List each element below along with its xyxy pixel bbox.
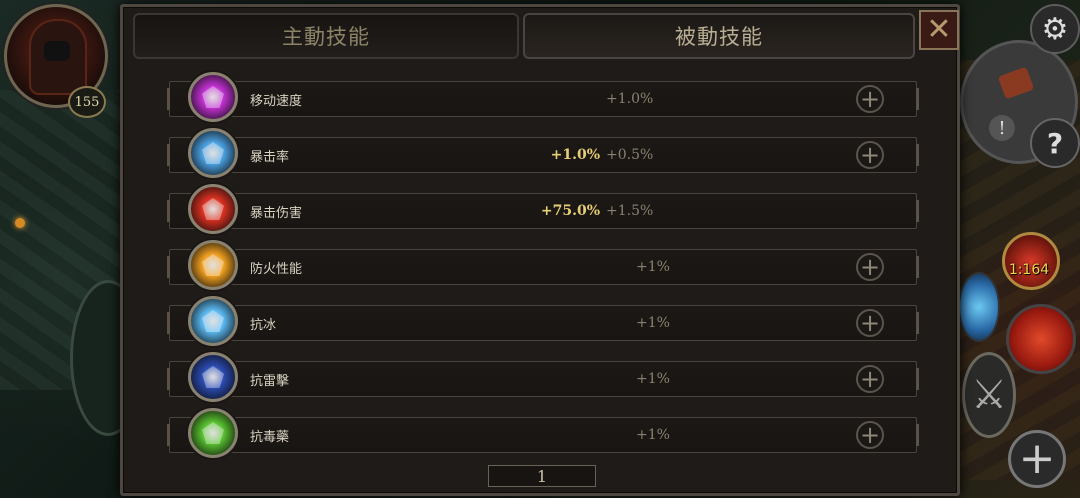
- skill-name: 暴击率: [250, 149, 290, 165]
- crit-damage-icon: [188, 184, 238, 234]
- tab-passive-skills[interactable]: 被動技能: [523, 13, 915, 59]
- lightning-shield-icon: [188, 352, 238, 402]
- skill-name: 移动速度: [250, 93, 303, 109]
- portrait-shadow: [44, 41, 70, 61]
- skill-name: 抗毒藥: [250, 429, 290, 445]
- fire-skill-button[interactable]: [1006, 304, 1076, 374]
- health-potion-button[interactable]: [1002, 232, 1060, 290]
- poison-shield-icon: [188, 408, 238, 458]
- close-icon[interactable]: ✕: [919, 10, 959, 50]
- upgrade-plus-button[interactable]: +: [856, 85, 884, 113]
- skill-name: 抗冰: [250, 317, 277, 333]
- skill-upgrade-step: +1.5%: [606, 203, 654, 219]
- alert-icon: !: [989, 115, 1015, 141]
- upgrade-plus-button[interactable]: +: [856, 421, 884, 449]
- skill-row: 暴击伤害 +75.0% +1.5%: [167, 184, 919, 234]
- skills-panel: 主動技能 被動技能 ✕ 移动速度 +1.0% + 暴击率 +1.0% +0.5% + 暴击伤害…: [120, 4, 960, 496]
- skill-upgrade-step: +1.0%: [606, 91, 654, 107]
- skill-upgrade-step: +1%: [636, 371, 670, 387]
- player-level-badge: 155: [68, 86, 106, 118]
- skill-row: 防火性能 +1% +: [167, 240, 919, 290]
- help-icon[interactable]: ?: [1030, 118, 1080, 168]
- upgrade-plus-button[interactable]: +: [856, 141, 884, 169]
- minimap-marker: [997, 66, 1035, 100]
- potion-count: 1:164: [1008, 262, 1050, 278]
- upgrade-plus-button[interactable]: +: [856, 365, 884, 393]
- upgrade-plus-button[interactable]: +: [856, 309, 884, 337]
- tab-active-skills[interactable]: 主動技能: [133, 13, 519, 59]
- torch-light: [15, 218, 25, 228]
- skill-name: 抗雷擊: [250, 373, 290, 389]
- boot-speed-icon: [188, 72, 238, 122]
- ice-skill-button[interactable]: [958, 272, 1000, 342]
- upgrade-plus-button[interactable]: +: [856, 253, 884, 281]
- fire-shield-icon: [188, 240, 238, 290]
- skill-current-bonus: +1.0%: [550, 147, 600, 163]
- skill-row: 移动速度 +1.0% +: [167, 72, 919, 122]
- skill-upgrade-step: +1%: [636, 315, 670, 331]
- crit-blade-icon: [188, 128, 238, 178]
- skill-row: 抗毒藥 +1% +: [167, 408, 919, 458]
- add-skill-slot-button[interactable]: +: [1008, 430, 1066, 488]
- page-number: 1: [488, 465, 596, 487]
- skill-upgrade-step: +0.5%: [606, 147, 654, 163]
- attack-sword-button[interactable]: ⚔: [962, 352, 1016, 438]
- skill-name: 防火性能: [250, 261, 303, 277]
- skill-row: 暴击率 +1.0% +0.5% +: [167, 128, 919, 178]
- skill-row: 抗雷擊 +1% +: [167, 352, 919, 402]
- skill-current-bonus: +75.0%: [540, 203, 600, 219]
- skill-upgrade-step: +1%: [636, 259, 670, 275]
- skill-row: 抗冰 +1% +: [167, 296, 919, 346]
- skill-upgrade-step: +1%: [636, 427, 670, 443]
- settings-gear-icon[interactable]: ⚙: [1030, 4, 1080, 54]
- ice-shield-icon: [188, 296, 238, 346]
- skill-name: 暴击伤害: [250, 205, 303, 221]
